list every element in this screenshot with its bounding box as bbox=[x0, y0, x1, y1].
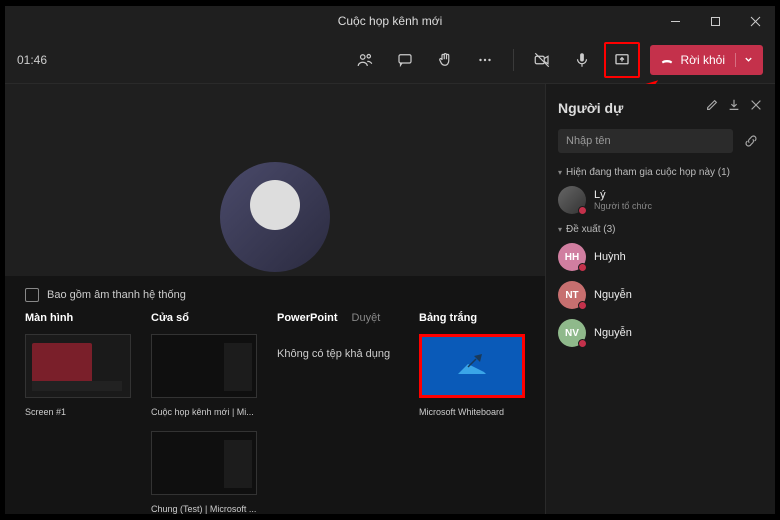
attendee-row[interactable]: NV Nguyễn bbox=[558, 319, 763, 347]
participants-button[interactable] bbox=[347, 42, 383, 78]
attendee-name: Huỳnh bbox=[594, 251, 626, 263]
minimize-button[interactable] bbox=[655, 6, 695, 36]
section-in-meeting[interactable]: Hiện đang tham gia cuộc họp này (1) bbox=[558, 167, 763, 178]
hangup-icon bbox=[660, 53, 674, 67]
checkbox-icon bbox=[25, 288, 39, 302]
col-head-whiteboard: Bảng trắng bbox=[419, 312, 525, 324]
thumb-whiteboard-label: Microsoft Whiteboard bbox=[419, 407, 525, 417]
share-content-button[interactable] bbox=[604, 42, 640, 78]
attendee-name: Nguyễn bbox=[594, 327, 632, 339]
col-head-ppt: PowerPoint Duyệt bbox=[277, 312, 399, 324]
attendee-row[interactable]: HH Huỳnh bbox=[558, 243, 763, 271]
col-head-window: Cửa sổ bbox=[151, 312, 257, 324]
chevron-down-icon[interactable] bbox=[735, 53, 753, 67]
close-button[interactable] bbox=[735, 6, 775, 36]
browse-link[interactable]: Duyệt bbox=[352, 312, 381, 324]
col-head-screen: Màn hình bbox=[25, 312, 131, 324]
share-screen-column: Màn hình Screen #1 bbox=[25, 312, 131, 514]
system-audio-label: Bao gồm âm thanh hệ thống bbox=[47, 289, 186, 301]
leave-button[interactable]: Rời khỏi bbox=[650, 45, 763, 75]
app-window: Cuộc họp kênh mới 01:46 bbox=[5, 6, 775, 514]
call-timer: 01:46 bbox=[17, 53, 47, 67]
avatar bbox=[558, 186, 586, 214]
share-window-column: Cửa sổ Cuộc họp kênh mới | Mi... Chung (… bbox=[151, 312, 257, 514]
thumb-screen-1[interactable] bbox=[25, 334, 131, 398]
participants-panel: Người dự Hiện đang tham gia cuộc họp này… bbox=[545, 84, 775, 514]
leave-label: Rời khỏi bbox=[680, 53, 725, 67]
participant-avatar bbox=[220, 162, 330, 272]
mic-button[interactable] bbox=[564, 42, 600, 78]
thumb-window-meeting-label: Cuộc họp kênh mới | Mi... bbox=[151, 407, 257, 417]
separator bbox=[513, 49, 514, 71]
chat-button[interactable] bbox=[387, 42, 423, 78]
raise-hand-button[interactable] bbox=[427, 42, 463, 78]
section-suggested[interactable]: Đề xuất (3) bbox=[558, 224, 763, 235]
panel-close-button[interactable] bbox=[749, 98, 763, 117]
thumb-whiteboard[interactable] bbox=[419, 334, 525, 398]
panel-title: Người dự bbox=[558, 100, 623, 116]
include-system-audio-checkbox[interactable]: Bao gồm âm thanh hệ thống bbox=[25, 288, 525, 302]
avatar: HH bbox=[558, 243, 586, 271]
thumb-window-chung[interactable] bbox=[151, 431, 257, 495]
panel-edit-button[interactable] bbox=[705, 98, 719, 117]
more-actions-button[interactable] bbox=[467, 42, 503, 78]
copy-link-button[interactable] bbox=[739, 129, 763, 153]
meeting-stage bbox=[5, 84, 545, 272]
avatar: NV bbox=[558, 319, 586, 347]
thumb-screen-1-label: Screen #1 bbox=[25, 407, 131, 417]
attendee-row-organizer[interactable]: Lý Người tổ chức bbox=[558, 186, 763, 214]
avatar: NT bbox=[558, 281, 586, 309]
share-powerpoint-column: PowerPoint Duyệt Không có tệp khả dụng bbox=[277, 312, 399, 514]
meeting-toolbar: 01:46 Rời khỏi bbox=[5, 36, 775, 84]
attendee-name: Lý bbox=[594, 189, 652, 201]
attendee-name: Nguyễn bbox=[594, 289, 632, 301]
window-title: Cuộc họp kênh mới bbox=[338, 14, 443, 28]
search-input[interactable] bbox=[558, 129, 733, 153]
attendee-row[interactable]: NT Nguyễn bbox=[558, 281, 763, 309]
no-file-text: Không có tệp khả dụng bbox=[277, 348, 399, 360]
window-controls bbox=[655, 6, 775, 36]
share-tray: Bao gồm âm thanh hệ thống Màn hình Scree… bbox=[5, 276, 545, 514]
share-whiteboard-column: Bảng trắng Microsoft Whiteboard bbox=[419, 312, 525, 514]
maximize-button[interactable] bbox=[695, 6, 735, 36]
panel-download-button[interactable] bbox=[727, 98, 741, 117]
camera-button[interactable] bbox=[524, 42, 560, 78]
thumb-window-meeting[interactable] bbox=[151, 334, 257, 398]
attendee-role: Người tổ chức bbox=[594, 201, 652, 211]
thumb-window-chung-label: Chung (Test) | Microsoft ... bbox=[151, 504, 257, 514]
whiteboard-icon bbox=[454, 352, 490, 380]
titlebar: Cuộc họp kênh mới bbox=[5, 6, 775, 36]
